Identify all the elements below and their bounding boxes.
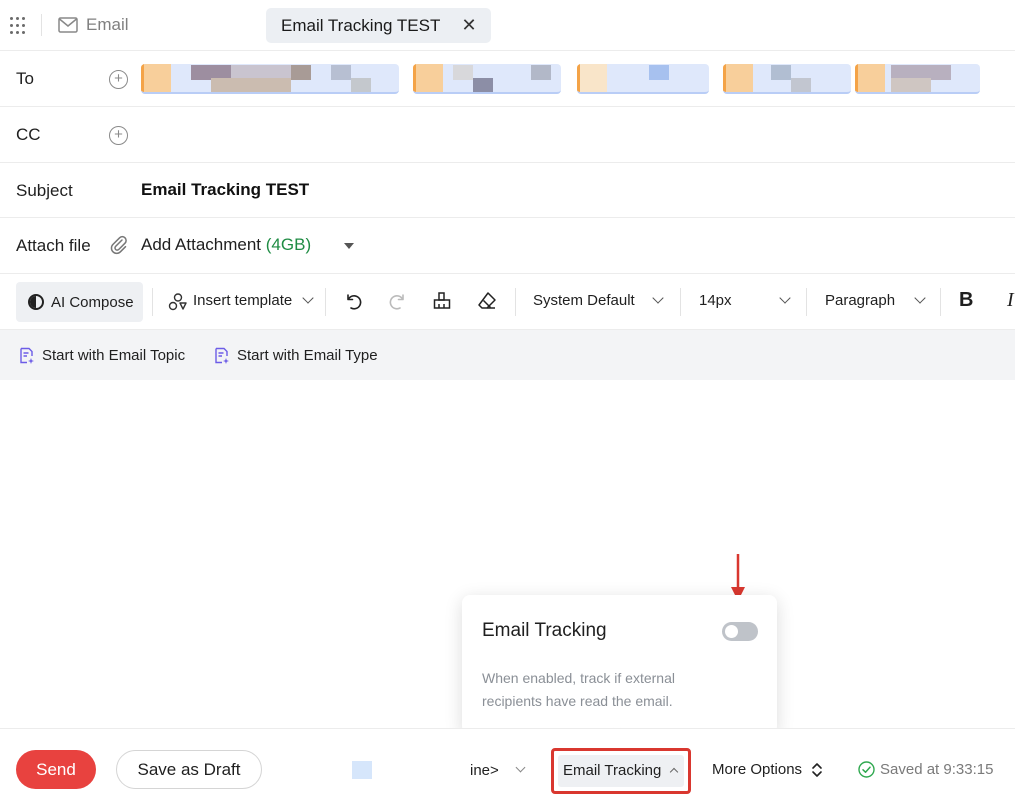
chevron-down-icon: [652, 292, 664, 304]
cc-row: CC +: [0, 107, 1015, 163]
send-button[interactable]: Send: [16, 750, 96, 789]
attach-label: Attach file: [16, 236, 91, 255]
tab-label: Email Tracking TEST: [281, 15, 441, 35]
cc-label: CC: [16, 125, 41, 144]
ai-compose-icon: [28, 294, 44, 310]
more-options-button[interactable]: More Options: [712, 761, 802, 778]
paperclip-icon: [110, 235, 127, 255]
email-tracking-label: Email Tracking: [563, 762, 662, 779]
divider: [680, 288, 681, 316]
start-with-email-type-label: Start with Email Type: [237, 347, 378, 364]
font-family-dropdown[interactable]: System Default: [533, 292, 635, 309]
chevron-updown-icon: [812, 763, 822, 777]
add-cc-icon[interactable]: +: [109, 126, 128, 145]
eraser-icon[interactable]: [476, 290, 498, 312]
divider: [515, 288, 516, 316]
recipient-chip[interactable]: [577, 64, 709, 94]
add-attachment-button[interactable]: Add Attachment (4GB): [141, 235, 311, 255]
check-circle-icon: [858, 761, 875, 778]
recipient-chip[interactable]: [723, 64, 851, 94]
mail-icon: [58, 17, 78, 33]
chevron-up-icon: [669, 767, 679, 777]
color-swatch[interactable]: [352, 761, 372, 779]
chevron-down-icon: [779, 292, 791, 304]
divider: [940, 288, 941, 316]
document-sparkle-icon: [215, 347, 229, 364]
recipient-chip[interactable]: [413, 64, 561, 94]
to-label: To: [16, 69, 34, 88]
tab-email-tracking-test[interactable]: Email Tracking TEST ✕: [266, 8, 491, 43]
caret-down-icon[interactable]: [344, 243, 354, 249]
signature-dropdown[interactable]: ine>: [470, 762, 499, 779]
email-tracking-button[interactable]: Email Tracking: [558, 755, 684, 787]
undo-icon[interactable]: [342, 290, 364, 312]
divider: [41, 14, 42, 36]
subject-input[interactable]: Email Tracking TEST: [141, 180, 309, 200]
font-size-dropdown[interactable]: 14px: [699, 292, 732, 309]
popover-title: Email Tracking: [482, 620, 607, 641]
format-toolbar: AI Compose Insert template System Defaul…: [0, 274, 1015, 330]
popover-description: When enabled, track if external recipien…: [482, 670, 675, 709]
format-painter-icon[interactable]: [431, 290, 453, 312]
ai-compose-label: AI Compose: [51, 293, 134, 311]
divider: [325, 288, 326, 316]
save-as-draft-button[interactable]: Save as Draft: [116, 750, 262, 789]
insert-template-dropdown[interactable]: Insert template: [193, 292, 292, 309]
email-tracking-highlight: Email Tracking: [551, 748, 691, 794]
start-with-email-type[interactable]: Start with Email Type: [213, 347, 378, 364]
document-sparkle-icon: [20, 347, 34, 364]
recipient-chip[interactable]: [855, 64, 980, 94]
chevron-down-icon: [914, 292, 926, 304]
close-icon[interactable]: ✕: [459, 15, 479, 35]
shapes-icon: [168, 293, 187, 311]
subject-label: Subject: [16, 181, 73, 200]
app-label[interactable]: Email: [86, 15, 129, 35]
add-attachment-label: Add Attachment: [141, 235, 262, 254]
compose-suggestions: Start with Email Topic Start with Email …: [0, 330, 1015, 380]
attachment-size-limit: (4GB): [265, 235, 312, 254]
bottom-bar: Send Save as Draft ine> Email Tracking M…: [0, 728, 1015, 799]
start-with-email-topic[interactable]: Start with Email Topic: [18, 347, 185, 364]
app-grid-icon[interactable]: [10, 17, 28, 35]
email-tracking-popover: Email Tracking When enabled, track if ex…: [462, 595, 777, 734]
italic-button[interactable]: I: [1007, 289, 1014, 312]
top-bar: Email Email Tracking TEST ✕: [0, 0, 1015, 51]
toggle-knob: [725, 625, 738, 638]
ai-compose-button[interactable]: AI Compose: [16, 282, 143, 322]
bold-button[interactable]: B: [959, 289, 973, 312]
email-tracking-toggle[interactable]: [722, 622, 758, 641]
recipient-chip[interactable]: [141, 64, 399, 94]
redo-icon[interactable]: [387, 290, 409, 312]
start-with-email-topic-label: Start with Email Topic: [42, 347, 186, 364]
chevron-down-icon: [515, 762, 526, 773]
chevron-down-icon: [302, 292, 314, 304]
saved-status-text: Saved at 9:33:15: [880, 761, 994, 778]
block-style-dropdown[interactable]: Paragraph: [825, 292, 895, 309]
divider: [806, 288, 807, 316]
divider: [152, 288, 153, 316]
add-recipient-icon[interactable]: +: [109, 70, 128, 89]
saved-status: Saved at 9:33:15: [858, 761, 993, 778]
